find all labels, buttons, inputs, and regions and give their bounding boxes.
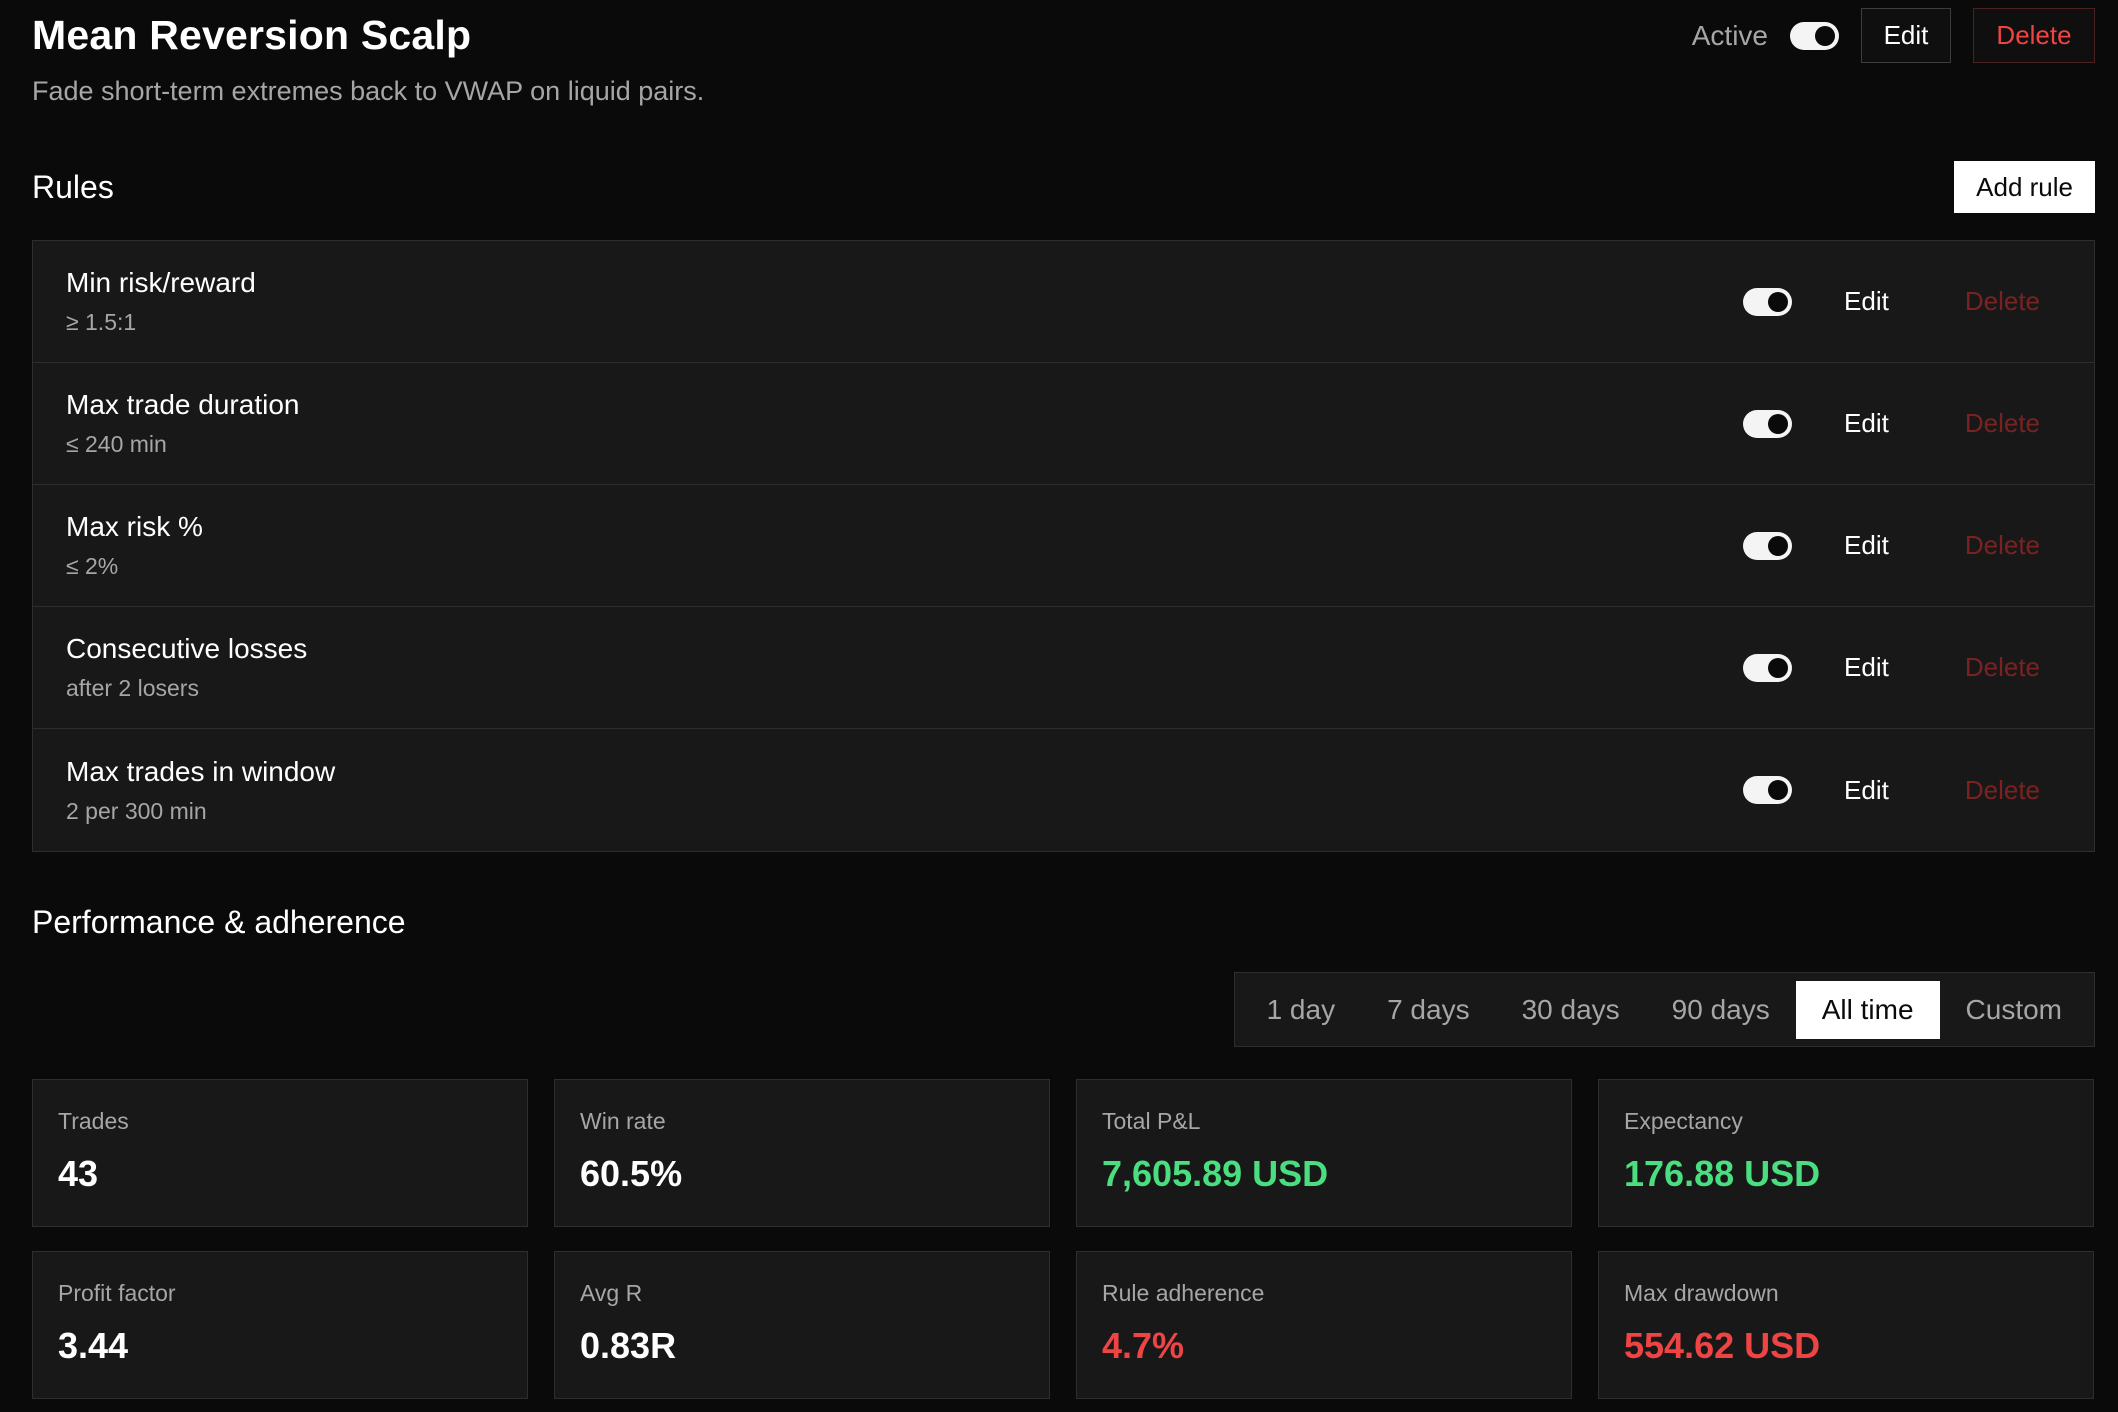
stat-label: Trades	[58, 1108, 129, 1134]
page-subtitle: Fade short-term extremes back to VWAP on…	[32, 76, 705, 106]
rule-delete-button[interactable]: Delete	[1965, 530, 2040, 561]
stat-label: Expectancy	[1624, 1108, 1743, 1134]
stat-value: 43	[58, 1153, 99, 1194]
rule-info: Consecutive losses after 2 losers	[66, 633, 307, 702]
stat-card-max-drawdown: Max drawdown 554.62 USD	[1598, 1251, 2094, 1399]
rule-desc: ≥ 1.5:1	[66, 309, 137, 335]
stat-card-expectancy: Expectancy 176.88 USD	[1598, 1079, 2094, 1227]
rules-header: Rules Add rule	[32, 161, 2095, 213]
stat-value: 60.5%	[580, 1153, 683, 1194]
rule-row-min-risk-reward: Min risk/reward ≥ 1.5:1 Edit Delete	[33, 241, 2094, 363]
stat-label: Rule adherence	[1102, 1280, 1265, 1306]
stat-value: 4.7%	[1102, 1325, 1185, 1366]
rule-desc: ≤ 2%	[66, 553, 119, 579]
rules-list: Min risk/reward ≥ 1.5:1 Edit Delete Max …	[32, 240, 2095, 852]
rule-edit-button[interactable]: Edit	[1844, 286, 1889, 317]
stat-value: 3.44	[58, 1325, 129, 1366]
rule-name: Max trade duration	[66, 389, 300, 420]
rule-actions: Edit Delete	[1743, 652, 2040, 683]
stat-card-total-pnl: Total P&L 7,605.89 USD	[1076, 1079, 1572, 1227]
rule-row-consecutive-losses: Consecutive losses after 2 losers Edit D…	[33, 607, 2094, 729]
stat-card-avg-r: Avg R 0.83R	[554, 1251, 1050, 1399]
add-rule-button[interactable]: Add rule	[1954, 161, 2095, 213]
rule-desc: 2 per 300 min	[66, 797, 207, 824]
delete-strategy-button[interactable]: Delete	[1973, 8, 2095, 63]
range-tabs: 1 day 7 days 30 days 90 days All time Cu…	[1233, 972, 2095, 1047]
range-tab-all-time[interactable]: All time	[1795, 980, 1940, 1039]
rule-toggle[interactable]	[1743, 287, 1793, 316]
rule-info: Max trades in window 2 per 300 min	[66, 756, 335, 825]
rule-edit-button[interactable]: Edit	[1844, 408, 1889, 439]
rule-row-max-trade-duration: Max trade duration ≤ 240 min Edit Delete	[33, 363, 2094, 485]
stat-card-profit-factor: Profit factor 3.44	[32, 1251, 528, 1399]
stat-value: 554.62 USD	[1624, 1325, 1821, 1366]
stat-label: Avg R	[580, 1280, 643, 1306]
performance-header: Performance & adherence	[32, 904, 2095, 941]
stats-grid: Trades 43 Win rate 60.5% Total P&L 7,605…	[32, 1079, 2095, 1399]
rule-name: Min risk/reward	[66, 267, 256, 298]
range-tab-90-days[interactable]: 90 days	[1646, 981, 1796, 1039]
rule-toggle[interactable]	[1743, 776, 1793, 804]
rule-name: Consecutive losses	[66, 633, 308, 664]
range-tab-custom[interactable]: Custom	[1940, 981, 2088, 1039]
performance-title: Performance & adherence	[32, 904, 406, 940]
stat-card-win-rate: Win rate 60.5%	[554, 1079, 1050, 1227]
rule-actions: Edit Delete	[1743, 775, 2040, 806]
stat-value: 7,605.89 USD	[1102, 1153, 1329, 1194]
strategy-page: Mean Reversion Scalp Fade short-term ext…	[32, 0, 2095, 1399]
active-toggle[interactable]	[1790, 21, 1839, 50]
stat-label: Total P&L	[1102, 1108, 1201, 1134]
rule-actions: Edit Delete	[1743, 286, 2040, 317]
rule-desc: ≤ 240 min	[66, 431, 167, 457]
rule-actions: Edit Delete	[1743, 530, 2040, 561]
rule-edit-button[interactable]: Edit	[1844, 530, 1889, 561]
rule-toggle[interactable]	[1743, 531, 1793, 560]
stat-card-trades: Trades 43	[32, 1079, 528, 1227]
rule-info: Max risk % ≤ 2%	[66, 511, 203, 580]
rule-row-max-trades-in-window: Max trades in window 2 per 300 min Edit …	[33, 729, 2094, 851]
stat-label: Max drawdown	[1624, 1280, 1779, 1306]
rule-toggle[interactable]	[1743, 409, 1793, 438]
page-title: Mean Reversion Scalp	[32, 12, 472, 58]
rule-toggle[interactable]	[1743, 653, 1793, 682]
rules-title: Rules	[32, 168, 114, 205]
stat-label: Win rate	[580, 1108, 666, 1134]
rule-name: Max risk %	[66, 511, 203, 542]
range-tab-30-days[interactable]: 30 days	[1496, 981, 1646, 1039]
stat-value: 176.88 USD	[1624, 1153, 1821, 1194]
stat-value: 0.83R	[580, 1325, 677, 1366]
rule-info: Max trade duration ≤ 240 min	[66, 389, 299, 458]
header-actions: Active Edit Delete	[1692, 8, 2095, 63]
active-label: Active	[1691, 19, 1768, 51]
rule-delete-button[interactable]: Delete	[1965, 408, 2040, 439]
rule-desc: after 2 losers	[66, 675, 199, 701]
strategy-header: Mean Reversion Scalp Fade short-term ext…	[32, 0, 2095, 150]
rule-actions: Edit Delete	[1743, 408, 2040, 439]
rule-edit-button[interactable]: Edit	[1844, 775, 1889, 806]
range-tab-1-day[interactable]: 1 day	[1241, 981, 1362, 1039]
rule-row-max-risk: Max risk % ≤ 2% Edit Delete	[33, 485, 2094, 607]
rule-delete-button[interactable]: Delete	[1965, 775, 2040, 806]
rule-edit-button[interactable]: Edit	[1844, 652, 1889, 683]
rule-delete-button[interactable]: Delete	[1965, 652, 2040, 683]
rule-delete-button[interactable]: Delete	[1965, 286, 2040, 317]
range-tab-7-days[interactable]: 7 days	[1361, 981, 1496, 1039]
stat-card-rule-adherence: Rule adherence 4.7%	[1076, 1251, 1572, 1399]
rule-info: Min risk/reward ≥ 1.5:1	[66, 267, 256, 336]
stat-label: Profit factor	[58, 1280, 176, 1306]
rule-name: Max trades in window	[66, 755, 336, 787]
edit-strategy-button[interactable]: Edit	[1861, 8, 1951, 63]
